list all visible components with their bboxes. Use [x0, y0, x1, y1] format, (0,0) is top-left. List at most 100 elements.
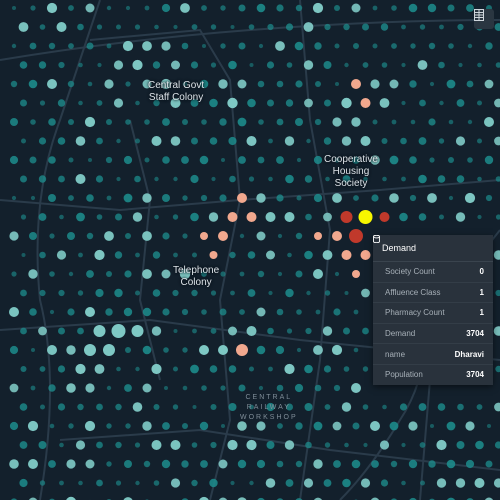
hexbin-dot[interactable]: [57, 365, 66, 373]
hexbin-dot[interactable]: [162, 118, 170, 126]
hexbin-dot[interactable]: [211, 176, 216, 182]
hexbin-dot[interactable]: [151, 440, 162, 450]
hexbin-dot[interactable]: [40, 404, 45, 410]
hexbin-dot[interactable]: [48, 156, 56, 164]
hexbin-dot[interactable]: [448, 195, 454, 201]
hexbin-dot[interactable]: [323, 137, 332, 145]
hexbin-dot[interactable]: [68, 157, 74, 163]
hexbin-dot[interactable]: [143, 460, 151, 468]
hexbin-dot[interactable]: [132, 59, 143, 71]
hexbin-dot[interactable]: [75, 174, 86, 184]
hexbin-dot[interactable]: [173, 252, 178, 258]
hexbin-dot[interactable]: [88, 158, 92, 162]
hexbin-dot[interactable]: [380, 479, 389, 487]
hexbin-dot[interactable]: [249, 480, 254, 486]
hexbin-dot[interactable]: [21, 253, 26, 257]
hexbin-dot[interactable]: [340, 211, 353, 223]
hexbin-dot[interactable]: [256, 193, 266, 203]
hexbin-dot[interactable]: [315, 309, 321, 315]
hexbin-dot[interactable]: [220, 5, 226, 11]
hexbin-dot[interactable]: [389, 193, 399, 203]
hexbin-dot[interactable]: [97, 62, 102, 68]
hexbin-dot[interactable]: [116, 176, 121, 182]
hexbin-dot[interactable]: [142, 41, 152, 51]
hexbin-dot[interactable]: [84, 420, 96, 432]
hexbin-dot[interactable]: [417, 60, 428, 70]
hexbin-dot[interactable]: [162, 156, 170, 164]
hexbin-dot[interactable]: [220, 271, 226, 277]
hexbin-dot[interactable]: [391, 119, 397, 125]
hexbin-dot[interactable]: [85, 3, 95, 13]
hexbin-dot[interactable]: [228, 136, 237, 146]
hexbin-dot[interactable]: [125, 5, 131, 11]
hexbin-dot[interactable]: [295, 232, 303, 240]
hexbin-dot[interactable]: [75, 136, 86, 146]
hexbin-dot[interactable]: [333, 308, 341, 316]
hexbin-dot[interactable]: [30, 385, 36, 391]
hexbin-dot[interactable]: [313, 269, 323, 279]
hexbin-dot[interactable]: [202, 44, 206, 48]
hexbin-dot[interactable]: [9, 345, 19, 355]
hexbin-dot[interactable]: [276, 80, 284, 88]
hexbin-dot[interactable]: [58, 289, 65, 297]
hexbin-dot[interactable]: [144, 119, 150, 125]
hexbin-dot[interactable]: [349, 229, 363, 243]
hexbin-dot[interactable]: [324, 290, 331, 296]
hexbin-dot[interactable]: [418, 213, 427, 221]
hexbin-dot[interactable]: [275, 345, 285, 355]
hexbin-dot[interactable]: [313, 155, 323, 165]
hexbin-dot[interactable]: [352, 270, 360, 278]
hexbin-dot[interactable]: [351, 117, 361, 127]
hexbin-dot[interactable]: [266, 250, 275, 260]
hexbin-dot[interactable]: [304, 175, 313, 183]
hexbin-dot[interactable]: [135, 366, 140, 372]
hexbin-dot[interactable]: [57, 403, 66, 411]
hexbin-dot[interactable]: [142, 383, 152, 393]
hexbin-dot[interactable]: [408, 459, 418, 469]
hexbin-dot[interactable]: [249, 63, 254, 67]
hexbin-dot[interactable]: [295, 460, 303, 468]
hexbin-dot[interactable]: [237, 193, 247, 203]
hexbin-dot[interactable]: [285, 479, 294, 487]
hexbin-dot[interactable]: [192, 405, 197, 409]
hexbin-dot[interactable]: [401, 24, 406, 30]
hexbin-dot[interactable]: [493, 326, 500, 336]
hexbin-dot[interactable]: [162, 194, 170, 202]
hexbin-dot[interactable]: [39, 251, 46, 259]
hexbin-dot[interactable]: [294, 383, 304, 393]
hexbin-dot[interactable]: [111, 324, 126, 338]
hexbin-dot[interactable]: [181, 42, 189, 50]
hexbin-dot[interactable]: [389, 155, 399, 165]
hexbin-dot[interactable]: [494, 402, 500, 412]
hexbin-dot[interactable]: [20, 289, 27, 297]
hexbin-dot[interactable]: [9, 231, 19, 241]
hexbin-dot[interactable]: [248, 24, 255, 30]
hexbin-dot[interactable]: [77, 327, 84, 335]
hexbin-dot[interactable]: [487, 424, 491, 428]
hexbin-dot[interactable]: [467, 119, 473, 125]
hexbin-dot[interactable]: [446, 421, 456, 431]
hexbin-dot[interactable]: [86, 232, 94, 240]
hexbin-dot[interactable]: [75, 363, 86, 375]
hexbin-dot[interactable]: [161, 3, 171, 13]
hexbin-dot[interactable]: [477, 138, 482, 144]
hexbin-dot[interactable]: [295, 4, 303, 12]
hexbin-dot[interactable]: [48, 194, 56, 202]
hexbin-dot[interactable]: [191, 479, 198, 487]
hexbin-dot[interactable]: [228, 365, 237, 373]
hexbin-dot[interactable]: [135, 138, 140, 144]
hexbin-dot[interactable]: [122, 40, 134, 52]
hexbin-dot[interactable]: [142, 307, 152, 317]
hexbin-dot[interactable]: [382, 176, 387, 182]
hexbin-dot[interactable]: [358, 210, 373, 224]
hexbin-dot[interactable]: [96, 441, 103, 449]
hexbin-dot[interactable]: [219, 118, 227, 126]
hexbin-dot[interactable]: [21, 138, 26, 144]
hexbin-dot[interactable]: [409, 194, 417, 202]
hexbin-dot[interactable]: [258, 43, 264, 49]
hexbin-dot[interactable]: [419, 442, 426, 448]
hexbin-dot[interactable]: [56, 250, 67, 260]
hexbin-dot[interactable]: [38, 175, 47, 183]
hexbin-dot[interactable]: [132, 212, 143, 222]
hexbin-dot[interactable]: [200, 460, 208, 468]
